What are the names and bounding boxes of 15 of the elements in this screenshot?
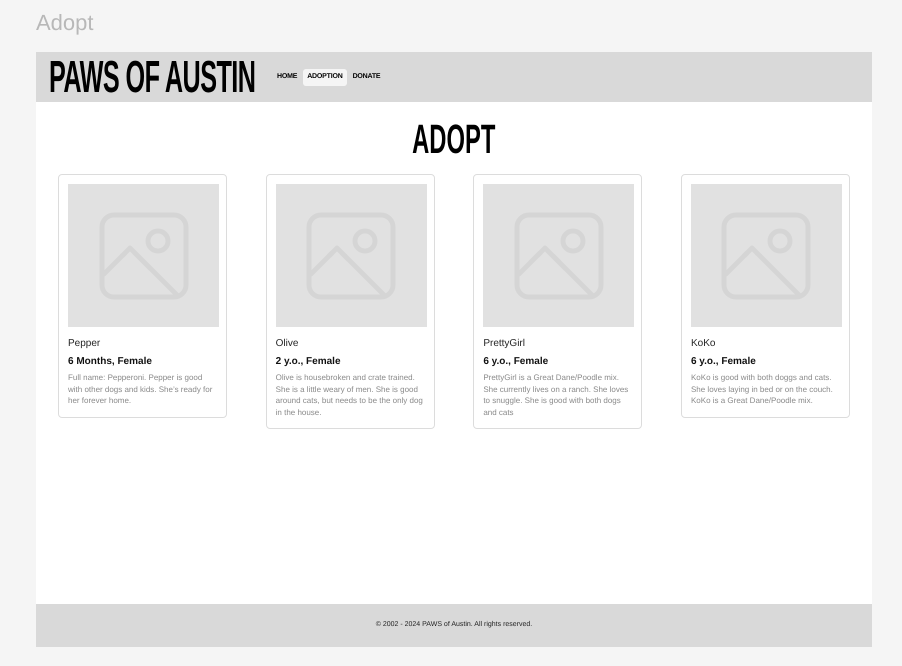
page-title: ADOPT [412, 121, 496, 157]
pet-details: 6 y.o., Female [690, 355, 757, 368]
pet-description: PrettyGirl is a Great Dane/Poodle mix. She currently lives on a ranch. She loves to snuggle. She is good with both dogs and cats [483, 372, 630, 418]
page-label: Adopt [36, 10, 94, 36]
pet-description: KoKo is good with both doggs and cats. She loves laying in bed or on the couch. KoKo is a Great Dane/Poodle mix. [690, 372, 834, 406]
pet-name: PrettyGirl [483, 337, 526, 350]
pet-details: 6 y.o., Female [483, 355, 550, 368]
pet-description: Full name: Pepperoni. Pepper is good with other dogs and kids. She’s ready for her forever home. [68, 372, 214, 406]
pet-name: KoKo [690, 337, 716, 350]
pet-description: Olive is housebroken and crate trained. She is a little weary of men. She is good around cats, but needs to be the only dog in the house. [276, 372, 424, 418]
pet-name: Olive [276, 337, 300, 350]
site-logo: PAWS OF AUSTIN [49, 57, 256, 97]
pet-details: 6 Months, Female [68, 355, 153, 368]
pet-name: Pepper [68, 337, 102, 350]
pet-details: 2 y.o., Female [276, 355, 342, 368]
